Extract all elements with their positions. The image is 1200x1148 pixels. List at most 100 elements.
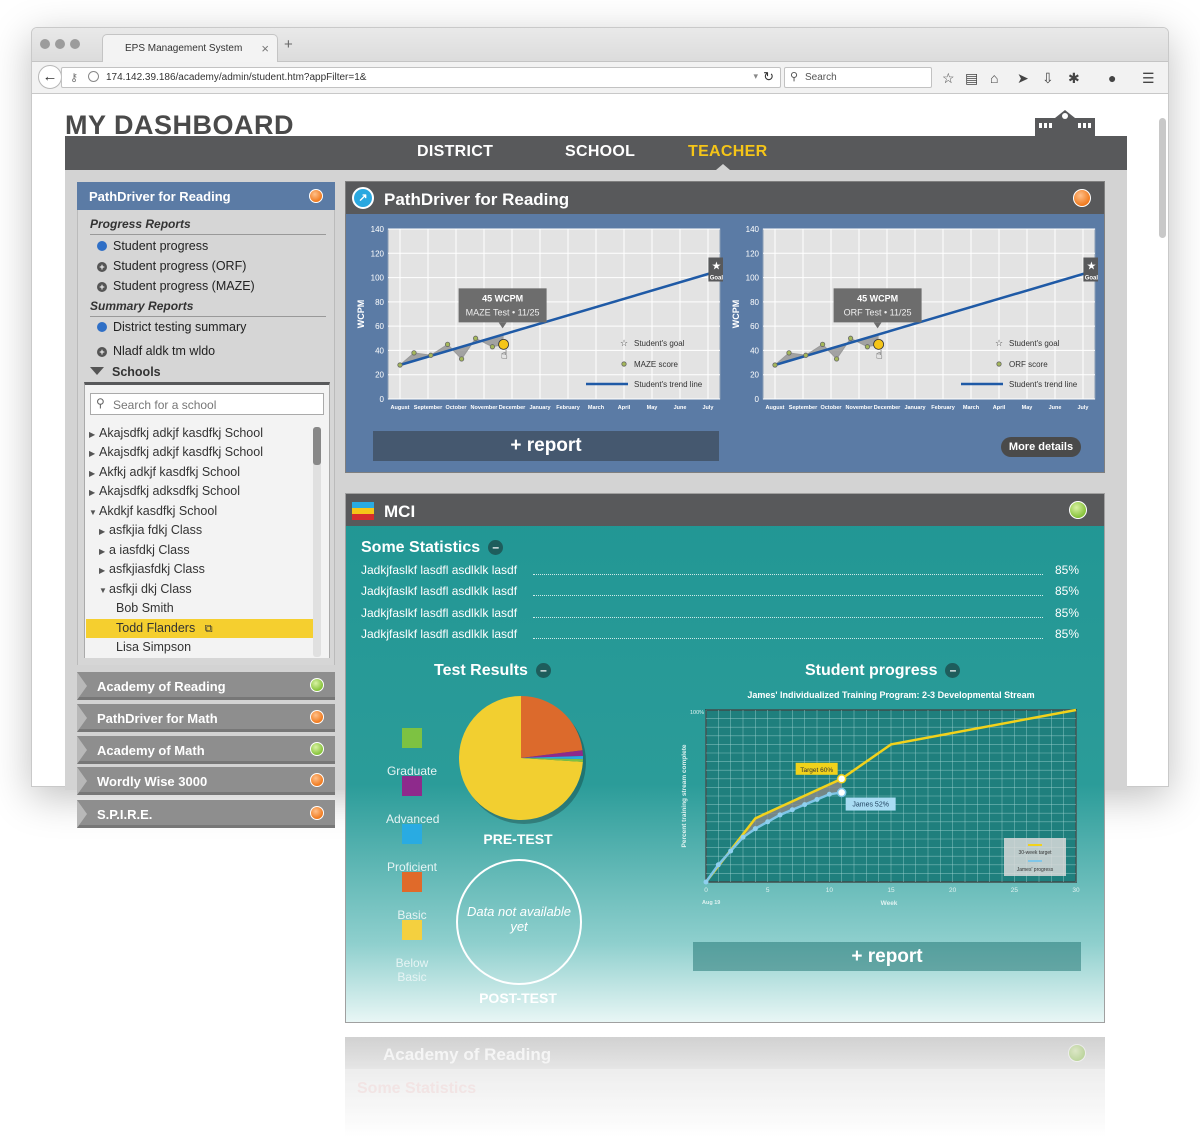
- legend-goal-label: Student's goal: [1009, 339, 1060, 348]
- caret-right-icon[interactable]: ▶: [99, 547, 109, 556]
- tree-student-item-selected[interactable]: Todd Flanders ⧉: [116, 621, 213, 636]
- tab-school[interactable]: SCHOOL: [565, 143, 635, 161]
- sidebar-item-district-summary[interactable]: District testing summary: [97, 320, 246, 334]
- arrow-right-icon: [77, 672, 87, 700]
- browser-search-input[interactable]: ⚲ Search: [784, 67, 932, 88]
- tree-scrollbar[interactable]: [313, 427, 321, 657]
- x-tick-label: February: [931, 405, 955, 411]
- schools-toggle[interactable]: Schools: [90, 365, 161, 379]
- panel-header: ↗ PathDriver for Reading: [346, 182, 1104, 214]
- tree-school-item[interactable]: ▶ Akfkj adkjf kasdfkj School: [89, 465, 240, 479]
- tree-school-item[interactable]: ▶ Akajsdfkj adkjf kasdfkj School: [89, 445, 263, 459]
- page-scrollbar[interactable]: [1158, 108, 1166, 786]
- reload-icon[interactable]: ↻: [763, 69, 774, 85]
- menu-icon[interactable]: ☰: [1142, 70, 1155, 87]
- pathdriver-panel: ↗ PathDriver for Reading 0 20 40 60 80 100 120…: [345, 181, 1105, 473]
- sidebar-header[interactable]: PathDriver for Reading: [77, 182, 335, 210]
- caret-right-icon[interactable]: ▶: [89, 488, 99, 497]
- legend-basic: Basic: [386, 872, 438, 922]
- x-tick-label: May: [647, 405, 659, 411]
- y-tick-label: 140: [371, 225, 385, 234]
- caret-down-icon[interactable]: ▼: [89, 508, 99, 517]
- chevron-down-icon[interactable]: ▾: [753, 71, 758, 82]
- x-tick-label: July: [1077, 405, 1089, 411]
- tree-item-label: Akajsdfkj adkjf kasdfkj School: [99, 426, 263, 440]
- school-search-input[interactable]: ⚲ Search for a school: [90, 393, 324, 415]
- bullet-icon: [97, 241, 107, 251]
- tree-school-item[interactable]: ▶ Akajsdfkj adksdfkj School: [89, 484, 240, 498]
- accordion-wordly-wise-3000[interactable]: Wordly Wise 3000: [77, 767, 335, 795]
- tree-school-item[interactable]: ▶ Akajsdfkj adkjf kasdfkj School: [89, 426, 263, 440]
- caret-right-icon[interactable]: ▶: [89, 469, 99, 478]
- dotted-leader: [533, 617, 1043, 618]
- score-point: [820, 341, 826, 347]
- maze-line-chart: 0 20 40 60 80 100 120 140 August September October…: [356, 225, 723, 411]
- legend-trend-label: Student's trend line: [1009, 380, 1078, 389]
- post-test-placeholder: Data not available yet: [456, 859, 582, 985]
- school-search-placeholder: Search for a school: [113, 398, 217, 412]
- pathdriver-report-button[interactable]: + report: [373, 431, 719, 461]
- new-tab-icon[interactable]: +: [284, 36, 293, 53]
- accordion-spire[interactable]: S.P.I.R.E.: [77, 800, 335, 828]
- mci-report-button[interactable]: + report: [693, 942, 1081, 971]
- y-tick-label: 0: [755, 395, 760, 404]
- accordion-academy-of-math[interactable]: Academy of Math: [77, 736, 335, 764]
- close-window-button[interactable]: [40, 39, 50, 49]
- collapse-icon[interactable]: –: [945, 663, 961, 678]
- page-scrollbar-thumb[interactable]: [1159, 118, 1166, 238]
- tree-class-item[interactable]: ▶ asfkjia fdkj Class: [99, 523, 202, 537]
- chat-icon[interactable]: ●: [1108, 70, 1116, 86]
- tree-school-item[interactable]: ▼ Akdkjf kasdfkj School: [89, 504, 217, 518]
- x-tick-label: 30: [1072, 887, 1080, 894]
- external-link-icon[interactable]: ⧉: [205, 623, 213, 635]
- tree-class-item[interactable]: ▶ a iasfdkj Class: [99, 543, 190, 557]
- caret-down-icon[interactable]: ▼: [99, 586, 109, 595]
- collapse-icon[interactable]: –: [535, 663, 551, 678]
- url-bar[interactable]: ⚷ 174.142.39.186/academy/admin/student.h…: [61, 67, 781, 88]
- arrow-right-icon: [77, 736, 87, 764]
- extension-icon[interactable]: ✱: [1068, 70, 1080, 87]
- caret-right-icon[interactable]: ▶: [99, 527, 109, 536]
- sidebar-item-student-progress[interactable]: Student progress: [97, 239, 208, 253]
- tree-student-item[interactable]: Bob Smith: [116, 601, 174, 615]
- x-tick-label: December: [499, 405, 526, 411]
- back-button[interactable]: ←: [38, 65, 62, 89]
- caret-right-icon[interactable]: ▶: [99, 566, 109, 575]
- sidebar-item-nladf[interactable]: + Nladf aldk tm wldo: [97, 344, 215, 358]
- arrow-right-icon: [77, 767, 87, 795]
- tab-teacher[interactable]: TEACHER: [688, 143, 767, 161]
- progress-point: [777, 812, 783, 818]
- accordion-pathdriver-for-math[interactable]: PathDriver for Math: [77, 704, 335, 732]
- tree-class-item[interactable]: ▼ asfkji dkj Class: [99, 582, 192, 596]
- tree-student-item[interactable]: Lisa Simpson: [116, 640, 191, 654]
- plus-icon: +: [97, 347, 107, 357]
- tree-scrollbar-thumb[interactable]: [313, 427, 321, 465]
- panel-header: Academy of Reading: [345, 1037, 1105, 1069]
- tree-class-item[interactable]: ▶ asfkjiasfdkj Class: [99, 562, 205, 576]
- reading-list-icon[interactable]: ▤: [965, 70, 978, 87]
- home-icon[interactable]: ⌂: [990, 70, 998, 86]
- legend-goal-label: Student's goal: [634, 339, 685, 348]
- sidebar-item-label: District testing summary: [113, 320, 247, 334]
- download-icon[interactable]: ⇩: [1042, 70, 1054, 87]
- more-details-button[interactable]: More details: [1001, 437, 1081, 457]
- y-tick-label: 20: [750, 371, 759, 380]
- zoom-window-button[interactable]: [70, 39, 80, 49]
- tree-item-label: Bob Smith: [116, 601, 174, 615]
- sidebar-item-student-progress-maze[interactable]: + Student progress (MAZE): [97, 279, 255, 293]
- tab-district[interactable]: DISTRICT: [417, 143, 493, 161]
- sidebar-item-label: Nladf aldk tm wldo: [113, 344, 216, 358]
- caret-right-icon[interactable]: ▶: [89, 449, 99, 458]
- sidebar-item-student-progress-orf[interactable]: + Student progress (ORF): [97, 259, 246, 273]
- accordion-academy-of-reading[interactable]: Academy of Reading: [77, 672, 335, 700]
- caret-right-icon[interactable]: ▶: [89, 430, 99, 439]
- y-tick-label: 20: [375, 371, 384, 380]
- send-icon[interactable]: ➤: [1017, 70, 1029, 87]
- x-tick-label: February: [556, 405, 580, 411]
- collapse-icon[interactable]: –: [488, 540, 504, 555]
- bookmark-star-icon[interactable]: ☆: [942, 70, 955, 87]
- browser-tab[interactable]: EPS Management System ×: [102, 34, 278, 62]
- minimize-window-button[interactable]: [55, 39, 65, 49]
- x-tick-label: 25: [1011, 887, 1019, 894]
- close-tab-icon[interactable]: ×: [261, 41, 269, 56]
